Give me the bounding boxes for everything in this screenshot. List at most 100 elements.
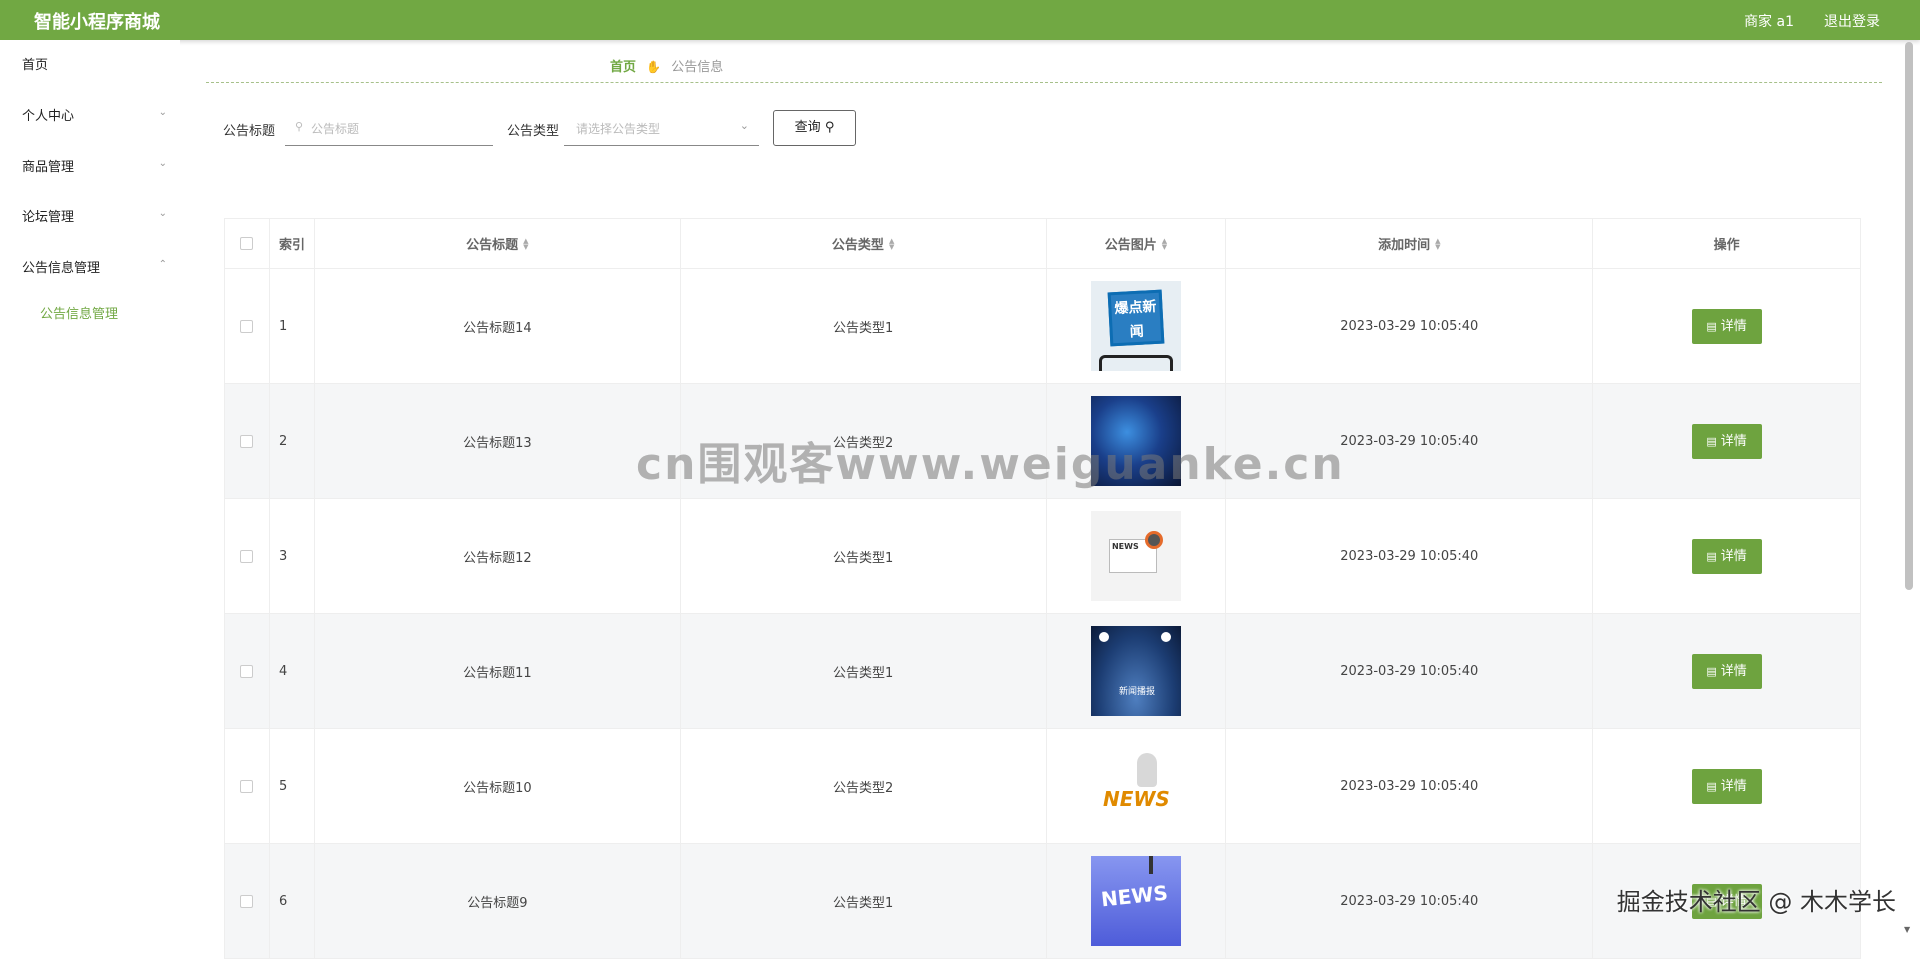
sidebar-item-forum[interactable]: 论坛管理 ⌄: [22, 206, 167, 226]
sort-icon[interactable]: ▲ ▼: [523, 237, 528, 250]
column-header-index: 索引: [270, 219, 315, 268]
sidebar-item-personal-center[interactable]: 个人中心 ⌄: [22, 105, 167, 125]
column-header-type[interactable]: 公告类型 ▲ ▼: [681, 219, 1047, 268]
sidebar-item-label: 个人中心: [22, 109, 75, 124]
detail-label: 详情: [1720, 548, 1747, 564]
row-image-cell: NEWS: [1047, 729, 1227, 843]
row-type: 公告类型1: [681, 499, 1047, 613]
row-title: 公告标题9: [315, 844, 681, 958]
scrollbar-thumb[interactable]: [1905, 42, 1913, 590]
sidebar-item-label: 商品管理: [22, 160, 75, 175]
row-checkbox[interactable]: [240, 894, 254, 908]
logout-link[interactable]: 退出登录: [1824, 11, 1880, 31]
chevron-down-icon: ⌄: [158, 208, 167, 219]
sidebar-item-label: 公告信息管理: [22, 261, 101, 276]
row-title: 公告标题10: [315, 729, 681, 843]
type-select[interactable]: 请选择公告类型 ⌄: [564, 110, 759, 146]
row-type: 公告类型1: [681, 614, 1047, 728]
table-row: 3 公告标题12 公告类型1 NEWS 2023-03-29 10:05:40 …: [225, 499, 1862, 614]
notice-image-caption: NEWS: [1102, 787, 1170, 811]
row-type: 公告类型1: [681, 269, 1047, 383]
row-checkbox[interactable]: [240, 779, 254, 793]
notice-image-caption: NEWS: [1099, 880, 1169, 912]
table-header: 索引 公告标题 ▲ ▼ 公告类型 ▲ ▼ 公告图片 ▲ ▼ 添加时间 ▲ ▼ 操作: [225, 219, 1862, 269]
notice-table: 索引 公告标题 ▲ ▼ 公告类型 ▲ ▼ 公告图片 ▲ ▼ 添加时间 ▲ ▼ 操作 1 公告标题…: [224, 218, 1862, 959]
row-action-cell: ▤ 详情: [1593, 384, 1862, 498]
detail-button[interactable]: ▤ 详情: [1691, 768, 1762, 804]
column-header-title[interactable]: 公告标题 ▲ ▼: [315, 219, 681, 268]
user-name[interactable]: 商家 a1: [1744, 11, 1794, 31]
sidebar-item-notice[interactable]: 公告信息管理 ⌃: [22, 257, 167, 277]
row-check-cell: [225, 844, 270, 958]
sort-icon[interactable]: ▲ ▼: [1162, 237, 1167, 250]
title-search-input[interactable]: ⚲ 公告标题: [285, 110, 493, 146]
query-label: 查询: [794, 120, 821, 135]
query-button[interactable]: 查询 ⚲: [773, 110, 856, 146]
column-header-label: 添加时间: [1378, 238, 1431, 253]
chevron-up-icon: ⌃: [158, 259, 167, 270]
row-index: 2: [270, 384, 315, 498]
row-image-cell: NEWS: [1047, 844, 1227, 958]
phone-shape: [1098, 355, 1173, 371]
notice-image[interactable]: NEWS: [1090, 741, 1181, 831]
vertical-scrollbar[interactable]: ▼: [1904, 40, 1914, 938]
column-header-time[interactable]: 添加时间 ▲ ▼: [1226, 219, 1594, 268]
table-row: 6 公告标题9 公告类型1 NEWS 2023-03-29 10:05:40 ▤…: [225, 844, 1862, 959]
row-index: 4: [270, 614, 315, 728]
sidebar-item-goods[interactable]: 商品管理 ⌄: [22, 156, 167, 176]
select-all-checkbox[interactable]: [240, 237, 254, 250]
detail-label: 详情: [1720, 433, 1747, 449]
notice-image-caption: 新闻播报: [1118, 687, 1155, 697]
detail-button[interactable]: ▤ 详情: [1691, 423, 1762, 459]
row-check-cell: [225, 729, 270, 843]
row-image-cell: NEWS: [1047, 499, 1227, 613]
table-row: 5 公告标题10 公告类型2 NEWS 2023-03-29 10:05:40 …: [225, 729, 1862, 844]
row-title: 公告标题13: [315, 384, 681, 498]
detail-label: 详情: [1720, 778, 1747, 794]
sidebar-subitem-notice-management[interactable]: 公告信息管理: [40, 303, 118, 322]
row-type: 公告类型2: [681, 729, 1047, 843]
document-icon: ▤: [1706, 434, 1717, 448]
chevron-down-icon: ⌄: [158, 158, 167, 169]
document-icon: ▤: [1706, 779, 1717, 793]
notice-image[interactable]: NEWS: [1090, 511, 1181, 601]
column-header-image[interactable]: 公告图片 ▲ ▼: [1047, 219, 1227, 268]
cable-shape: [1148, 856, 1153, 874]
row-checkbox[interactable]: [240, 434, 254, 448]
chevron-down-icon: ⌄: [739, 119, 749, 132]
column-header-label: 公告图片: [1104, 238, 1157, 253]
sort-icon[interactable]: ▲ ▼: [889, 237, 894, 250]
row-action-cell: ▤ 详情: [1593, 499, 1862, 613]
select-all-cell: [225, 219, 270, 268]
detail-label: 详情: [1720, 318, 1747, 334]
detail-button[interactable]: ▤ 详情: [1691, 653, 1762, 689]
notice-image[interactable]: 新闻播报: [1090, 626, 1181, 716]
row-checkbox[interactable]: [240, 664, 254, 678]
document-icon: ▤: [1706, 319, 1717, 333]
scroll-down-arrow-icon[interactable]: ▼: [1904, 925, 1910, 934]
row-check-cell: [225, 499, 270, 613]
title-placeholder: 公告标题: [311, 122, 360, 136]
notice-image[interactable]: 爆点新闻: [1090, 281, 1181, 371]
notice-image[interactable]: NEWS: [1090, 856, 1181, 946]
row-checkbox[interactable]: [240, 319, 254, 333]
row-check-cell: [225, 269, 270, 383]
row-time: 2023-03-29 10:05:40: [1226, 844, 1594, 958]
sidebar-item-label: 首页: [22, 58, 49, 73]
spotlight-shape: [1098, 632, 1109, 642]
breadcrumb-home[interactable]: 首页: [610, 60, 636, 75]
document-icon: ▤: [1706, 549, 1717, 563]
detail-button[interactable]: ▤ 详情: [1691, 538, 1762, 574]
row-image-cell: 新闻播报: [1047, 614, 1227, 728]
sort-icon[interactable]: ▲ ▼: [1435, 237, 1440, 250]
detail-label: 详情: [1720, 663, 1747, 679]
breadcrumb: 首页 ✋ 公告信息: [610, 56, 723, 75]
detail-button[interactable]: ▤ 详情: [1691, 308, 1762, 344]
type-label: 公告类型: [507, 124, 560, 139]
title-label: 公告标题: [223, 124, 276, 139]
row-index: 1: [270, 269, 315, 383]
spotlight-shape: [1160, 632, 1171, 642]
row-checkbox[interactable]: [240, 549, 254, 563]
sidebar-item-home[interactable]: 首页: [22, 54, 167, 74]
chevron-down-icon: ⌄: [158, 107, 167, 118]
